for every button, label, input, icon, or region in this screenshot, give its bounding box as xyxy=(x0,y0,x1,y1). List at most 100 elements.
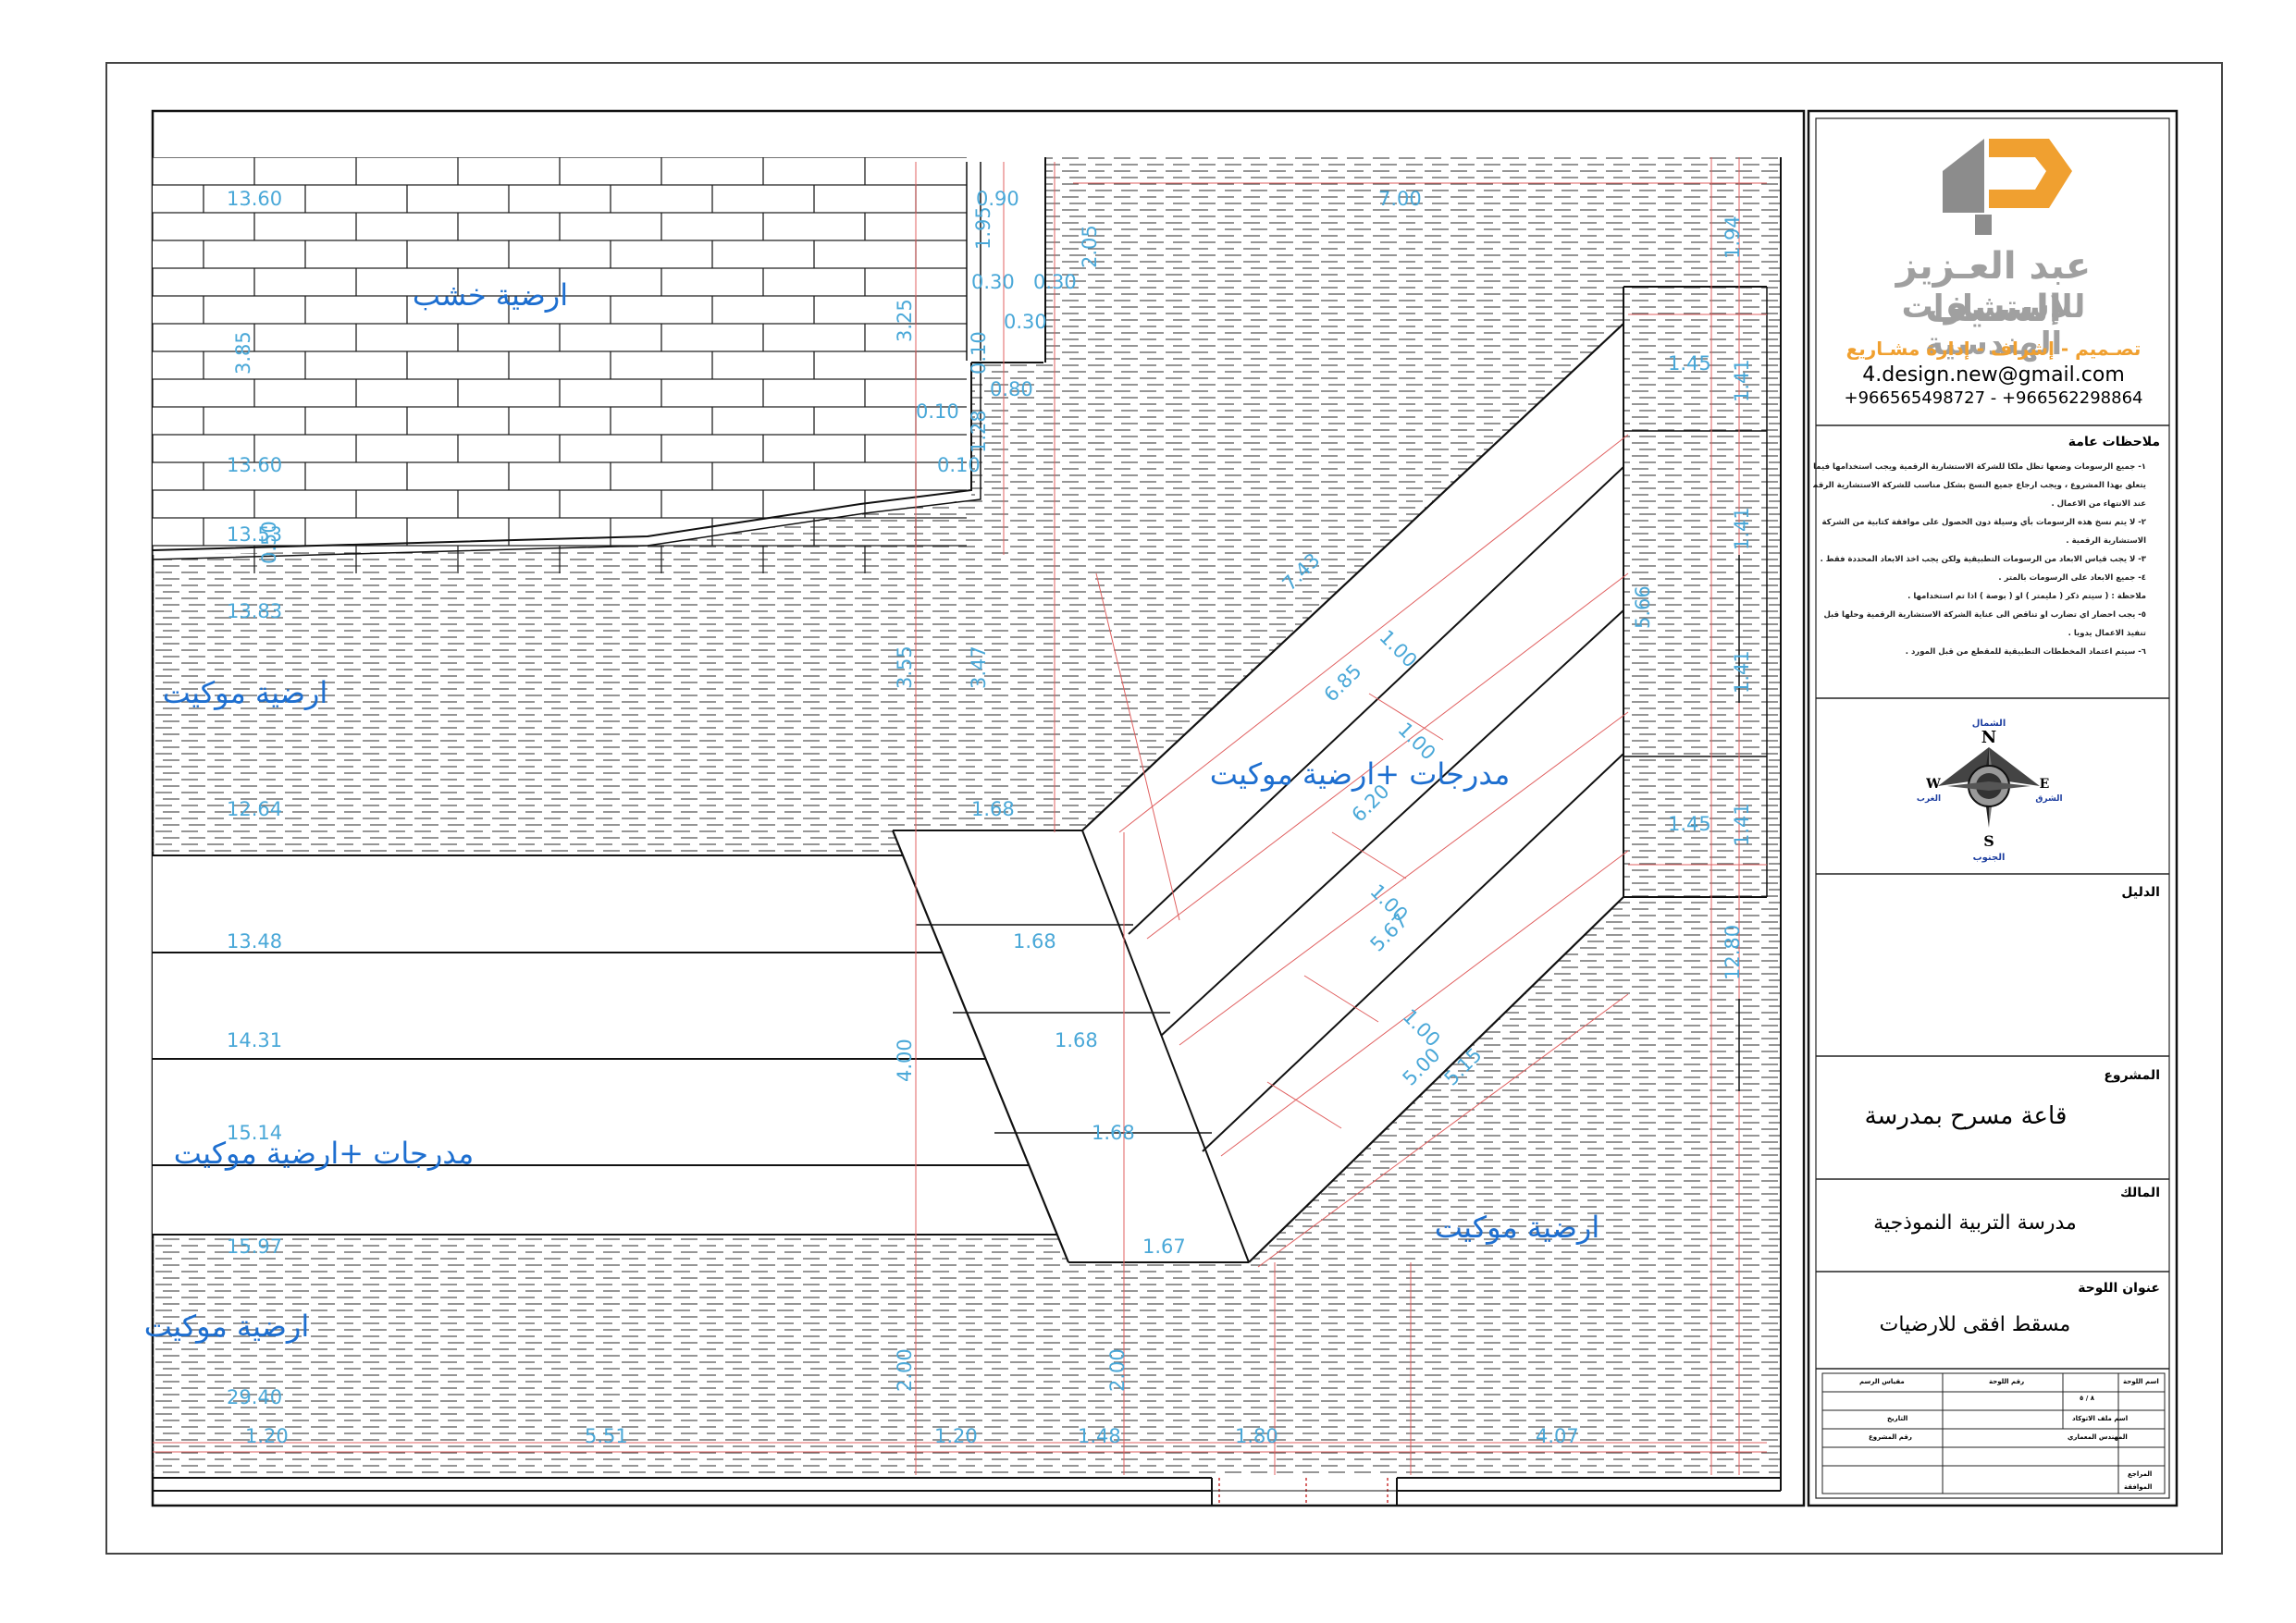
dim-text: 7.00 xyxy=(1378,188,1422,210)
dim-text: 1.28 xyxy=(968,410,990,453)
compass-e: E xyxy=(2040,777,2050,792)
dim-text: 3.47 xyxy=(968,646,990,689)
dim-text: 1.68 xyxy=(971,798,1015,820)
cell-drawn: اسم اللوحة xyxy=(2123,1378,2159,1385)
label-steps-left: مدرجات +ارضية موكيت xyxy=(174,1136,475,1171)
company-services: تصـميم - إشراف - إدارة مشـاريع xyxy=(1845,338,2142,360)
note-line: تنفيذ الاعمال يدويا . xyxy=(2068,629,2146,638)
dim-text: 1.45 xyxy=(1668,352,1711,375)
dim-text: 1.68 xyxy=(1055,1029,1098,1051)
dim-text: 0.10 xyxy=(968,331,990,375)
dim-text: 0.10 xyxy=(916,400,959,423)
dim-text: 5.51 xyxy=(585,1425,628,1447)
drawing-sheet: ارضية خشب ارضية موكيت مدرجات +ارضية موكي… xyxy=(105,62,2223,1555)
cell-architect: المهندس المعماري xyxy=(2068,1433,2128,1441)
dim-text: 14.31 xyxy=(227,1029,282,1051)
label-wood-floor: ارضية خشب xyxy=(413,277,568,313)
compass-n: N xyxy=(1981,728,1996,747)
company-phones: +966565498727 - +966562298864 xyxy=(1844,388,2143,408)
north-arrow-compass xyxy=(1938,747,2040,828)
dim-text: 1.20 xyxy=(245,1425,289,1447)
compass-ar-s: الجنوب xyxy=(1973,853,2006,863)
cell-file: اسم ملف الاتوكاد xyxy=(2072,1415,2129,1422)
compass-w: W xyxy=(1925,777,1941,792)
dim-text: 4.00 xyxy=(894,1039,916,1082)
label-steps-center: مدرجات +ارضية موكيت xyxy=(1210,756,1511,792)
note-line: عند الانتهاء من الاعمال . xyxy=(2051,499,2146,509)
dim-text: 1.45 xyxy=(1668,813,1711,835)
dim-text: 1.41 xyxy=(1731,803,1753,846)
dim-text: 3.55 xyxy=(894,646,916,689)
label-carpet-left: ارضية موكيت xyxy=(163,675,327,710)
cell-project-no: رقم المشروع xyxy=(1869,1433,1912,1441)
dim-text: 1.41 xyxy=(1731,359,1753,402)
label-carpet-bottom-left: ارضية موكيت xyxy=(144,1309,309,1344)
dim-text: 15.14 xyxy=(227,1122,282,1144)
compass-s: S xyxy=(1983,832,1994,850)
dim-text: 0.80 xyxy=(990,378,1033,400)
notes-list: ١- جميع الرسومات وضعها تظل ملكا للشركة ا… xyxy=(1813,458,2146,661)
notes-title: ملاحظات عامة xyxy=(2068,435,2160,449)
dim-text: 29.40 xyxy=(227,1386,282,1408)
dim-text: 0.10 xyxy=(937,454,981,476)
dim-text: 4.07 xyxy=(1536,1425,1579,1447)
dim-text: 1.67 xyxy=(1142,1236,1186,1258)
cell-scale: مقياس الرسم xyxy=(1859,1378,1905,1385)
note-line: ٤- جميع الابعاد على الرسومات بالمتر . xyxy=(1998,573,2146,583)
compass-ar-w: الغرب xyxy=(1917,794,1941,804)
dim-text: 15.97 xyxy=(227,1236,282,1258)
cell-sheet-value: ٨ / ٥ xyxy=(2080,1395,2094,1402)
note-line: ملاحظة : ( سيتم ذكر ( مليمتر ) او ( بوصة… xyxy=(1907,592,2146,601)
note-line: ١- جميع الرسومات وضعها تظل ملكا للشركة ا… xyxy=(1813,462,2146,472)
dim-text: 0.30 xyxy=(971,271,1015,293)
dim-text: 1.48 xyxy=(1078,1425,1121,1447)
legend-label: الدليل xyxy=(2121,885,2160,900)
dim-text: 3.85 xyxy=(232,331,254,375)
sheet-title-value: مسقط افقى للارضيات xyxy=(1879,1313,2071,1336)
dim-text: 3.25 xyxy=(894,299,916,342)
dim-text: 0.30 xyxy=(1004,311,1047,333)
dim-text: 2.00 xyxy=(1106,1348,1129,1392)
cell-reviewed: المراجع xyxy=(2128,1470,2153,1478)
dim-text: 12.64 xyxy=(227,798,282,820)
floor-plan xyxy=(153,157,1781,1478)
dim-text: 1.80 xyxy=(1235,1425,1278,1447)
dim-text: 0.30 xyxy=(1033,271,1077,293)
dim-text: 2.05 xyxy=(1079,225,1101,268)
sheet-title-label: عنوان اللوحة xyxy=(2078,1281,2160,1296)
note-line: ٥- يجب احضار اي تضارب او تناقض الى عناية… xyxy=(1823,610,2146,620)
label-carpet-right: ارضية موكيت xyxy=(1435,1210,1599,1245)
company-logo xyxy=(1943,139,2072,235)
cell-approved: الموافقة xyxy=(2124,1483,2153,1491)
project-name: قاعة مسرح بمدرسة xyxy=(1864,1102,2068,1130)
note-line: ٦- سيتم اعتماد المخططات التطبيقية للمقطع… xyxy=(1905,647,2146,657)
dim-text: 2.00 xyxy=(894,1348,916,1392)
dim-text: 5.66 xyxy=(1632,585,1654,629)
note-line: ٢- لا يتم نسخ هذه الرسومات بأي وسيلة دون… xyxy=(1821,518,2147,527)
dim-text: 0.50 xyxy=(258,521,280,564)
dim-text: 13.83 xyxy=(227,600,282,622)
dim-text: 13.48 xyxy=(227,930,282,953)
company-email: 4.design.new@gmail.com xyxy=(1862,363,2125,387)
compass-ar-e: الشرق xyxy=(2035,794,2062,804)
cell-date: التاريخ xyxy=(1887,1415,1908,1422)
dim-text: 13.60 xyxy=(227,454,282,476)
note-line: الاستشارية الرقمية . xyxy=(2066,536,2146,546)
project-label: المشروع xyxy=(2104,1068,2160,1083)
note-line: يتعلق بهذا المشروع ، ويجب ارجاع جميع الن… xyxy=(1813,481,2146,490)
dim-text: 1.41 xyxy=(1731,650,1753,694)
dim-text: 1.68 xyxy=(1092,1122,1135,1144)
dim-text: 1.94 xyxy=(1722,215,1744,259)
dim-text: 1.41 xyxy=(1731,507,1753,550)
compass-ar-n: الشمال xyxy=(1972,719,2006,729)
dim-text: 1.95 xyxy=(972,206,994,250)
owner-name: مدرسة التربية النموذجية xyxy=(1873,1211,2077,1235)
wood-floor-area xyxy=(153,157,1045,555)
dim-text: 1.68 xyxy=(1013,930,1056,953)
note-line: ٣- لا يجب قياس الابعاد من الرسومات التطب… xyxy=(1820,555,2146,564)
owner-label: المالك xyxy=(2120,1186,2160,1200)
dim-text: 1.20 xyxy=(934,1425,978,1447)
dim-text: 12.80 xyxy=(1722,925,1744,980)
dim-text: 13.60 xyxy=(227,188,282,210)
cell-sheet-no: رقم اللوحة xyxy=(1989,1378,2025,1385)
